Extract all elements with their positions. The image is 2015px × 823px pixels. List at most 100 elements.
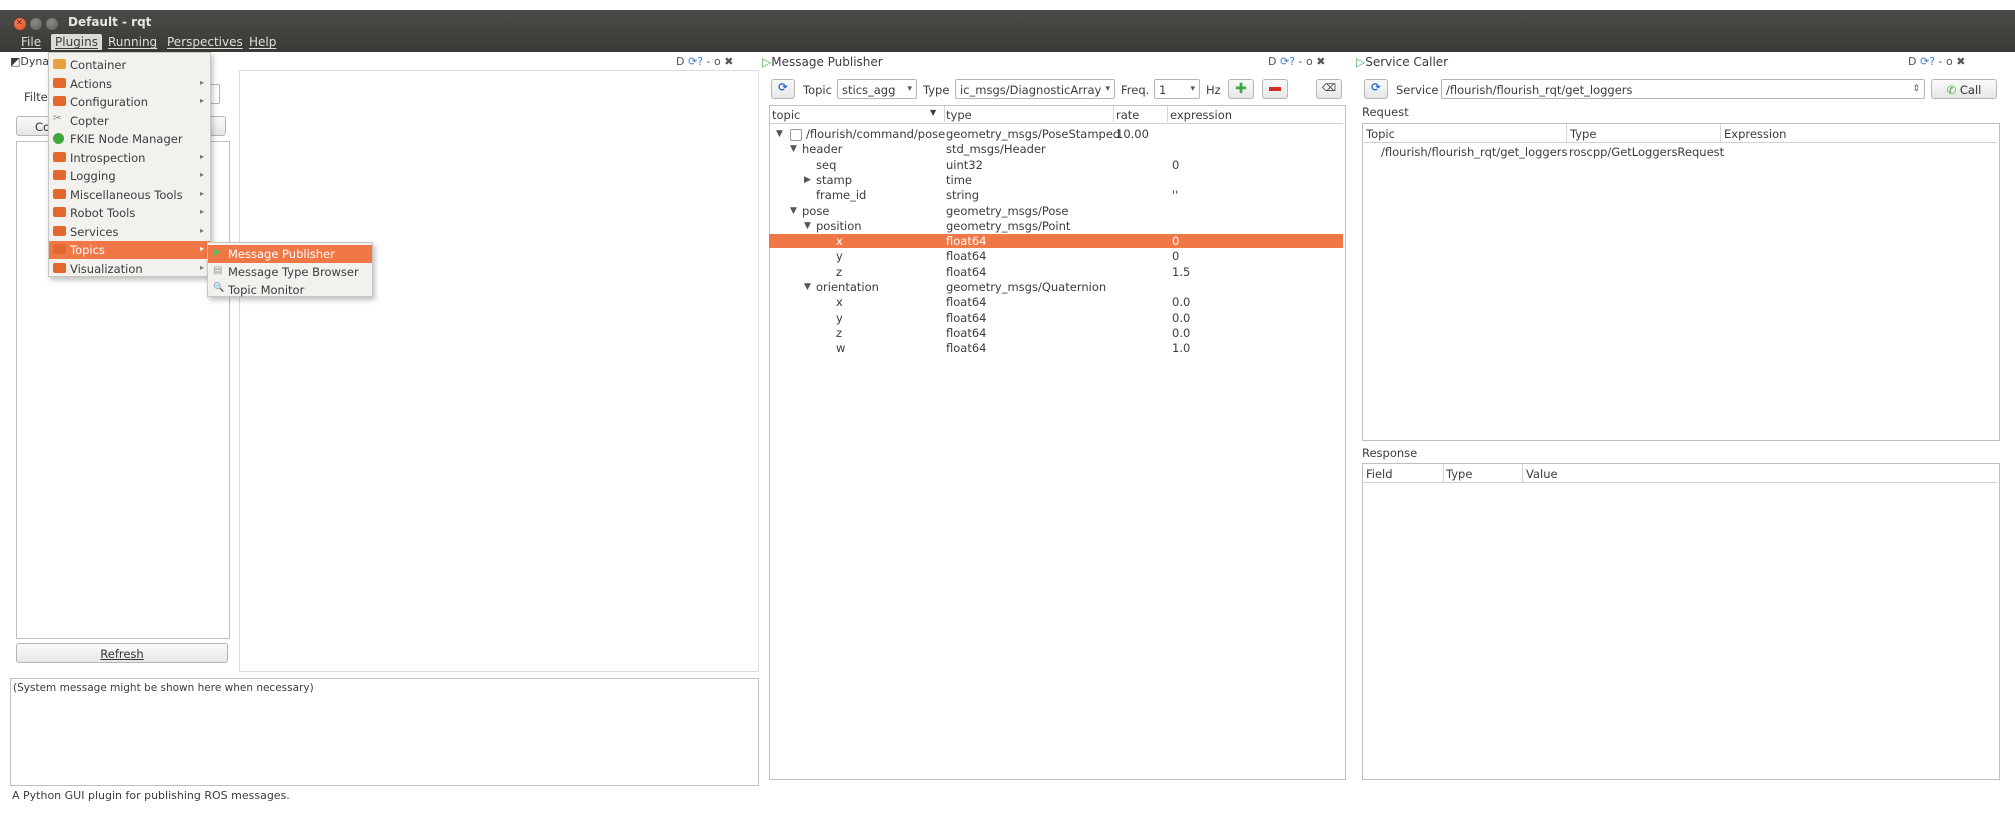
tree-cell-type[interactable]: geometry_msgs/Quaternion [946, 280, 1106, 294]
tree-cell-expression[interactable]: 1.5 [1172, 265, 1190, 279]
help-icon[interactable]: ? [1929, 55, 1935, 68]
reload-icon[interactable]: ⟳ [1920, 55, 1929, 68]
tree-cell-expression[interactable]: 0.0 [1172, 311, 1190, 325]
minimize-window-icon[interactable] [30, 18, 42, 30]
col-expression[interactable]: expression [1170, 108, 1232, 122]
close-icon[interactable]: ✖ [724, 55, 733, 68]
menu-file[interactable]: File [21, 35, 41, 49]
expand-arrow-icon[interactable]: ▼ [790, 206, 797, 216]
enable-checkbox[interactable] [790, 129, 802, 141]
menu-perspectives[interactable]: Perspectives [167, 35, 243, 49]
expand-arrow-icon[interactable]: ▼ [790, 144, 797, 154]
col-rate[interactable]: rate [1116, 108, 1139, 122]
help-icon[interactable]: ? [697, 55, 703, 68]
tree-cell-type[interactable]: float64 [946, 341, 986, 355]
maximize-window-icon[interactable] [46, 18, 58, 30]
req-col-expression[interactable]: Expression [1724, 127, 1786, 141]
plugins-menu-item[interactable]: Robot Tools ▸ [49, 204, 210, 222]
plugins-menu-item[interactable]: Miscellaneous Tools ▸ [49, 186, 210, 204]
minimize-icon[interactable]: - [1299, 55, 1303, 68]
tree-cell-type[interactable]: geometry_msgs/PoseStamped [946, 127, 1120, 141]
menu-running[interactable]: Running [108, 35, 157, 49]
expand-arrow-icon[interactable]: ▼ [804, 282, 811, 292]
type-combobox[interactable]: ic_msgs/DiagnosticArray ▾ [955, 79, 1115, 99]
tree-cell-expression[interactable]: '' [1172, 188, 1178, 202]
reload-icon[interactable]: ⟳ [688, 55, 697, 68]
dock-d-button[interactable]: D [1908, 55, 1916, 68]
topics-submenu-item[interactable]: 🔍 Topic Monitor [208, 281, 372, 299]
help-icon[interactable]: ? [1289, 55, 1295, 68]
plugins-menu-item[interactable]: Logging ▸ [49, 167, 210, 185]
plugins-menu-item[interactable]: ✂ Copter [49, 112, 210, 130]
remove-publisher-button[interactable] [1262, 79, 1288, 99]
menu-help[interactable]: Help [249, 35, 276, 49]
resp-col-type[interactable]: Type [1446, 467, 1472, 481]
close-window-icon[interactable] [14, 18, 26, 30]
resp-col-value[interactable]: Value [1526, 467, 1558, 481]
minimize-icon[interactable]: - [1939, 55, 1943, 68]
add-publisher-button[interactable]: ✚ [1228, 79, 1254, 99]
call-button[interactable]: ✆ Call [1931, 79, 1997, 99]
tree-cell-type[interactable]: string [946, 188, 979, 202]
tree-cell-expression[interactable]: 0 [1172, 234, 1179, 248]
tree-cell-topic[interactable]: x [836, 295, 843, 309]
float-icon[interactable]: o [714, 55, 721, 68]
topics-submenu-item[interactable]: ▤ Message Type Browser [208, 263, 372, 281]
plugins-menu-item[interactable]: Actions ▸ [49, 75, 210, 93]
tree-cell-topic[interactable]: z [836, 265, 842, 279]
reload-icon[interactable]: ⟳ [1280, 55, 1289, 68]
dock-d-button[interactable]: D [676, 55, 684, 68]
tree-cell-topic[interactable]: w [836, 341, 845, 355]
plugins-menu-item[interactable]: Services ▸ [49, 223, 210, 241]
col-type[interactable]: type [946, 108, 972, 122]
tree-cell-type[interactable]: float64 [946, 326, 986, 340]
minimize-icon[interactable]: - [707, 55, 711, 68]
tree-cell-topic[interactable]: y [836, 249, 843, 263]
tree-cell-type[interactable]: float64 [946, 311, 986, 325]
tree-cell-topic[interactable]: position [816, 219, 862, 233]
tree-cell-topic[interactable]: orientation [816, 280, 879, 294]
service-combobox[interactable]: /flourish/flourish_rqt/get_loggers ⇕ [1441, 79, 1925, 99]
menu-plugins[interactable]: Plugins [51, 34, 102, 50]
clear-button[interactable]: ⌫ [1316, 79, 1342, 99]
tree-cell-type[interactable]: geometry_msgs/Point [946, 219, 1070, 233]
request-row-type[interactable]: roscpp/GetLoggersRequest [1569, 145, 1724, 159]
float-icon[interactable]: o [1946, 55, 1953, 68]
tree-cell-topic[interactable]: x [836, 234, 843, 248]
tree-cell-topic[interactable]: seq [816, 158, 836, 172]
topics-submenu-item[interactable]: ▶ Message Publisher [208, 245, 372, 263]
req-col-type[interactable]: Type [1570, 127, 1596, 141]
tree-cell-expression[interactable]: 1.0 [1172, 341, 1190, 355]
tree-cell-type[interactable]: float64 [946, 295, 986, 309]
plugins-menu-item[interactable]: FKIE Node Manager [49, 130, 210, 148]
freq-combobox[interactable]: 1 ▾ [1154, 79, 1200, 99]
tree-cell-expression[interactable]: 0.0 [1172, 295, 1190, 309]
tree-cell-type[interactable]: float64 [946, 234, 986, 248]
refresh-services-button[interactable]: ⟳ [1364, 79, 1388, 99]
req-col-topic[interactable]: Topic [1366, 127, 1395, 141]
tree-cell-type[interactable]: time [946, 173, 972, 187]
col-topic[interactable]: topic [772, 108, 800, 122]
tree-cell-rate[interactable]: 10.00 [1116, 127, 1149, 141]
tree-cell-expression[interactable]: 0 [1172, 249, 1179, 263]
tree-cell-type[interactable]: float64 [946, 249, 986, 263]
tree-cell-expression[interactable]: 0.0 [1172, 326, 1190, 340]
tree-cell-topic[interactable]: z [836, 326, 842, 340]
refresh-button[interactable]: Refresh [16, 643, 228, 663]
topic-combobox[interactable]: stics_agg ▾ [837, 79, 917, 99]
tree-cell-type[interactable]: uint32 [946, 158, 983, 172]
tree-cell-topic[interactable]: /flourish/command/pose [806, 127, 945, 141]
tree-cell-topic[interactable]: frame_id [816, 188, 866, 202]
tree-cell-expression[interactable]: 0 [1172, 158, 1179, 172]
collapse-arrow-icon[interactable]: ▶ [804, 175, 811, 185]
tree-cell-type[interactable]: geometry_msgs/Pose [946, 204, 1068, 218]
resp-col-field[interactable]: Field [1366, 467, 1393, 481]
tree-cell-topic[interactable]: pose [802, 204, 829, 218]
plugins-menu-item[interactable]: Container [49, 56, 210, 74]
plugins-menu-item[interactable]: Visualization ▸ [49, 260, 210, 278]
plugins-menu-item[interactable]: Topics ▸ [49, 241, 210, 259]
tree-cell-type[interactable]: std_msgs/Header [946, 142, 1046, 156]
close-icon[interactable]: ✖ [1316, 55, 1325, 68]
refresh-topics-button[interactable]: ⟳ [771, 79, 795, 99]
request-row-topic[interactable]: /flourish/flourish_rqt/get_loggers [1381, 145, 1568, 159]
